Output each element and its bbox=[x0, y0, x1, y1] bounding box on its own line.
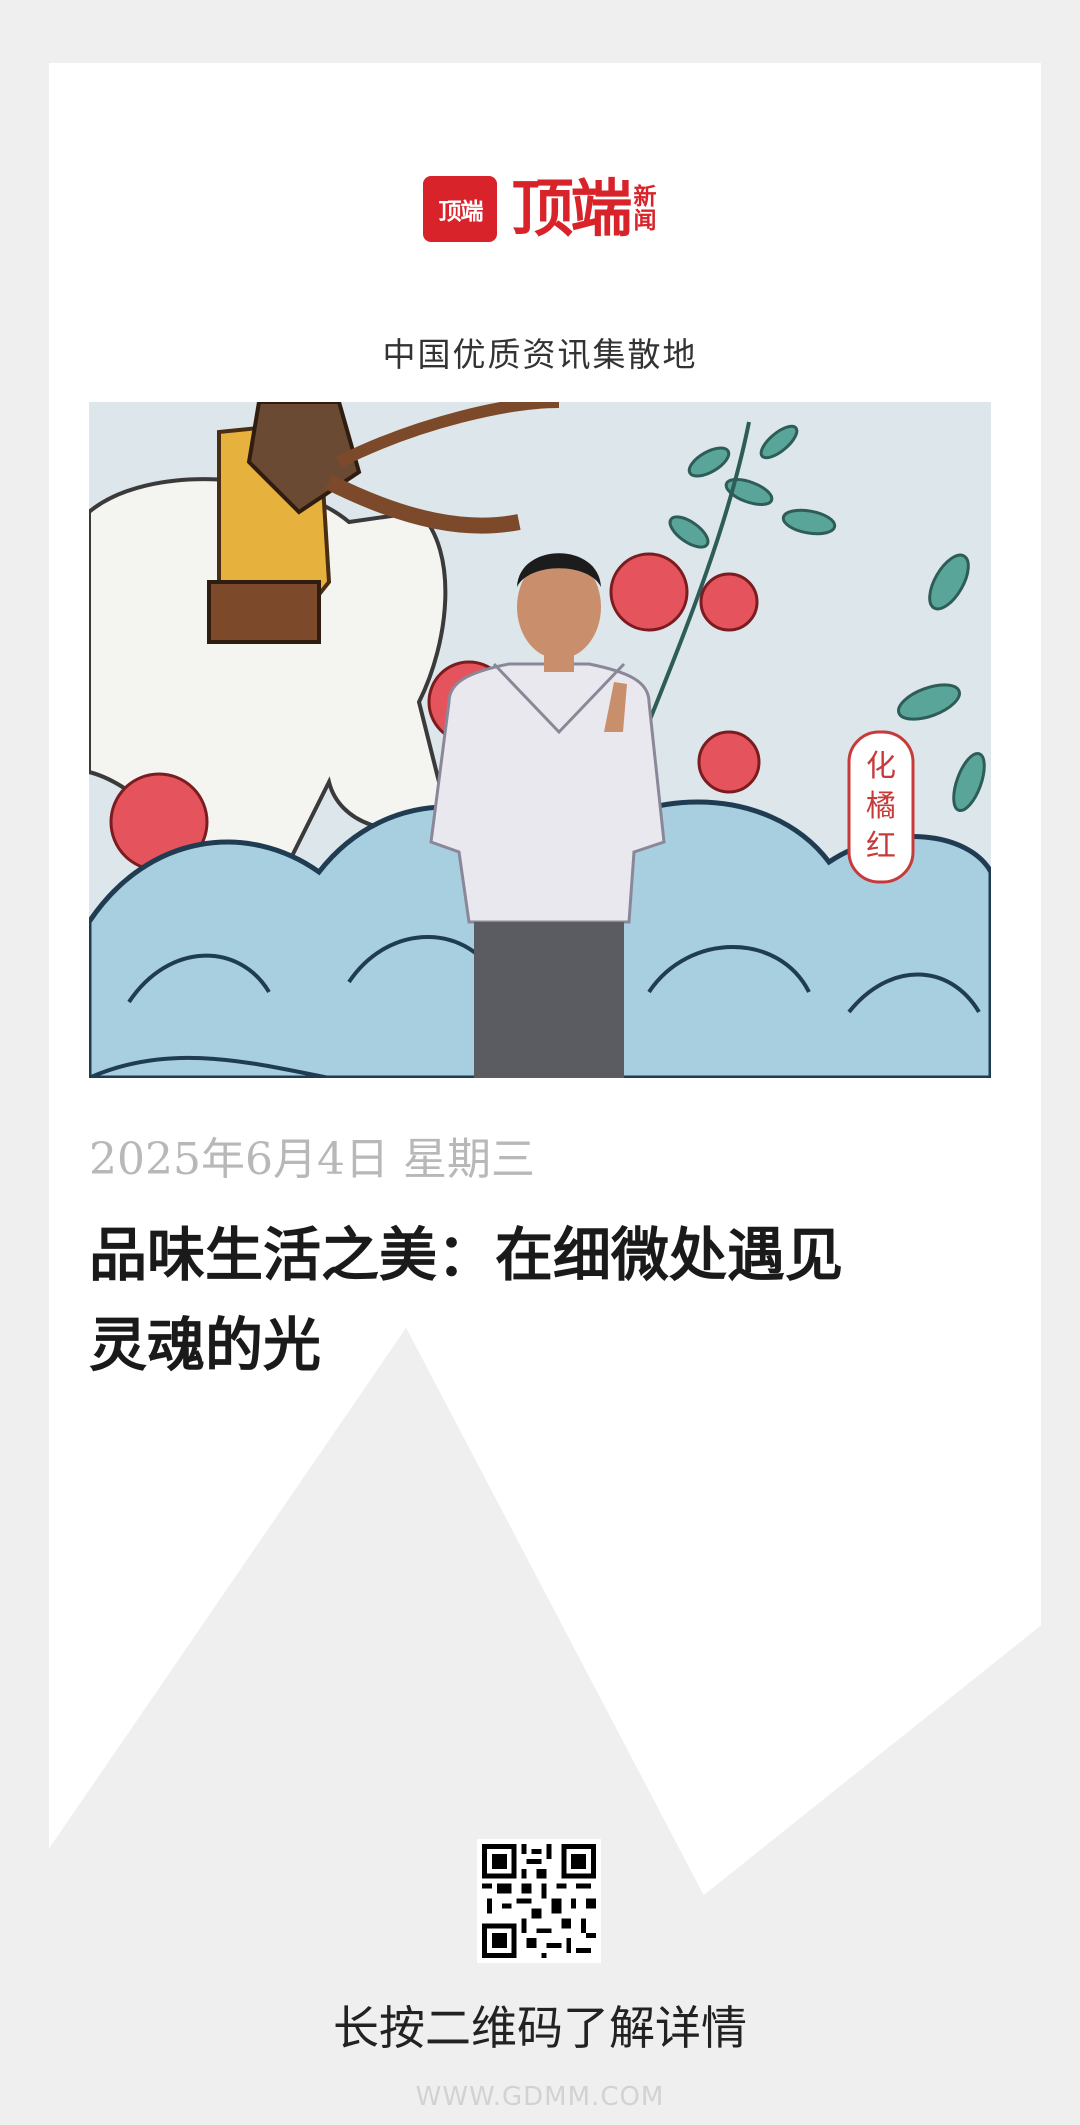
article-date: 2025年6月4日 星期三 bbox=[89, 1134, 535, 1185]
brand-badge-text: 顶端 bbox=[438, 199, 483, 225]
qr-hint: 长按二维码了解详情 bbox=[333, 2001, 747, 2055]
brand-logo: 顶端 顶端 新 闻 bbox=[0, 176, 1080, 242]
article-title[interactable]: 品味生活之美：在细微处遇见 灵魂的光 bbox=[89, 1210, 989, 1390]
brand-sub-line1: 新 bbox=[633, 183, 657, 210]
brand-sub-line2: 闻 bbox=[633, 208, 657, 234]
brand-tagline: 中国优质资讯集散地 bbox=[382, 335, 698, 374]
mural-label-3: 红 bbox=[866, 829, 896, 864]
mural-label-2: 橘 bbox=[866, 789, 896, 824]
article-title-line2: 灵魂的光 bbox=[89, 1311, 322, 1379]
article-title-line1: 品味生活之美：在细微处遇见 bbox=[89, 1221, 844, 1289]
brand-name: 顶端 bbox=[511, 172, 632, 245]
qr-code[interactable] bbox=[477, 1839, 601, 1963]
share-poster: 顶端 顶端 新 闻 中国优质资讯集散地 化 橘 红 2025年6月4日 星期三 … bbox=[0, 0, 1080, 2125]
watermark: WWW.GDMM.COM bbox=[415, 2082, 665, 2112]
brand-wordmark: 顶端 新 闻 bbox=[511, 178, 656, 240]
brand-badge-icon: 顶端 bbox=[423, 176, 498, 242]
brand-sub: 新 闻 bbox=[634, 185, 657, 233]
mural-label-1: 化 bbox=[866, 749, 896, 784]
hero-image[interactable]: 化 橘 红 bbox=[89, 402, 991, 1078]
